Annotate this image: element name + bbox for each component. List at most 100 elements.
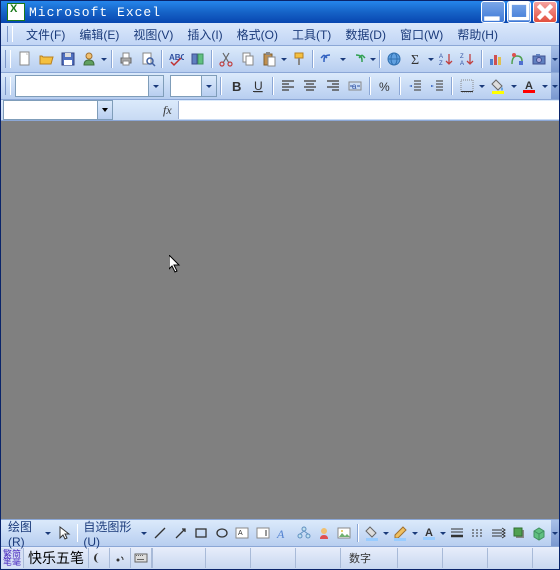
- print-button[interactable]: [116, 48, 137, 70]
- autosum-button[interactable]: Σ: [406, 48, 427, 70]
- borders-button[interactable]: [456, 75, 478, 97]
- minimize-button[interactable]: [481, 1, 505, 23]
- menu-edit[interactable]: 编辑(E): [72, 24, 126, 45]
- merge-center-button[interactable]: a: [345, 75, 367, 97]
- menu-help[interactable]: 帮助(H): [450, 24, 505, 45]
- menu-window[interactable]: 窗口(W): [393, 24, 450, 45]
- save-button[interactable]: [58, 48, 79, 70]
- fill-color-button[interactable]: [487, 75, 509, 97]
- menu-view[interactable]: 视图(V): [126, 24, 180, 45]
- font-color-draw-button[interactable]: A: [419, 522, 438, 544]
- paste-dropdown[interactable]: [280, 48, 287, 70]
- ime-indicator-icon[interactable]: 繁简笔毫: [1, 548, 24, 568]
- camera-button[interactable]: [529, 48, 550, 70]
- shadow-button[interactable]: [509, 522, 528, 544]
- close-button[interactable]: [533, 1, 557, 23]
- redo-dropdown[interactable]: [369, 48, 376, 70]
- select-objects-button[interactable]: [54, 522, 73, 544]
- ime-punct-icon[interactable]: [110, 548, 131, 568]
- permission-button[interactable]: [79, 48, 100, 70]
- cursor-icon: [169, 255, 185, 275]
- drawing-toggle-button[interactable]: [507, 48, 528, 70]
- name-box-dropdown[interactable]: [97, 101, 112, 119]
- rectangle-button[interactable]: [192, 522, 211, 544]
- arrow-style-button[interactable]: [489, 522, 508, 544]
- ime-half-moon-icon[interactable]: [89, 548, 110, 568]
- new-button[interactable]: [15, 48, 36, 70]
- toolbar-options[interactable]: [551, 73, 559, 99]
- font-color-draw-dropdown[interactable]: [440, 522, 447, 544]
- font-color-dropdown[interactable]: [541, 75, 549, 97]
- textbox-button[interactable]: A: [232, 522, 251, 544]
- arrow-button[interactable]: [171, 522, 190, 544]
- workspace[interactable]: [1, 121, 559, 519]
- font-color-button[interactable]: A: [519, 75, 541, 97]
- insert-picture-button[interactable]: [335, 522, 354, 544]
- diagram-button[interactable]: [294, 522, 313, 544]
- hyperlink-button[interactable]: [384, 48, 405, 70]
- open-button[interactable]: [36, 48, 57, 70]
- bold-button[interactable]: B: [225, 75, 247, 97]
- 3d-button[interactable]: [529, 522, 548, 544]
- chart-button[interactable]: [486, 48, 507, 70]
- draw-menu[interactable]: 绘图(R): [6, 518, 53, 549]
- underline-button[interactable]: U: [247, 75, 269, 97]
- align-center-button[interactable]: [300, 75, 322, 97]
- menu-format[interactable]: 格式(O): [230, 24, 285, 45]
- font-name-combo[interactable]: [15, 75, 164, 97]
- clipart-button[interactable]: [314, 522, 333, 544]
- fill-color-dropdown[interactable]: [510, 75, 518, 97]
- title-bar[interactable]: Microsoft Excel: [1, 1, 559, 23]
- oval-button[interactable]: [212, 522, 231, 544]
- align-left-button[interactable]: [277, 75, 299, 97]
- decrease-indent-button[interactable]: [404, 75, 426, 97]
- fx-icon[interactable]: fx: [113, 103, 178, 118]
- percent-button[interactable]: %: [374, 75, 396, 97]
- toolbar-options[interactable]: [551, 46, 559, 72]
- toolbar-options[interactable]: [551, 520, 559, 546]
- wordart-button[interactable]: A: [273, 522, 292, 544]
- increase-indent-button[interactable]: [426, 75, 448, 97]
- font-size-combo[interactable]: [170, 75, 217, 97]
- line-style-button[interactable]: [448, 522, 467, 544]
- line-button[interactable]: [151, 522, 170, 544]
- sort-asc-button[interactable]: AZ: [436, 48, 457, 70]
- vertical-textbox-button[interactable]: [253, 522, 272, 544]
- paste-button[interactable]: [259, 48, 280, 70]
- menu-tools[interactable]: 工具(T): [285, 24, 338, 45]
- formula-input[interactable]: [178, 101, 559, 119]
- undo-button[interactable]: [317, 48, 338, 70]
- menu-file[interactable]: 文件(F): [19, 24, 72, 45]
- cut-button[interactable]: [216, 48, 237, 70]
- autosum-dropdown[interactable]: [427, 48, 434, 70]
- permission-dropdown[interactable]: [101, 48, 108, 70]
- menu-insert[interactable]: 插入(I): [180, 24, 229, 45]
- sort-desc-button[interactable]: ZA: [457, 48, 478, 70]
- research-button[interactable]: [188, 48, 209, 70]
- undo-dropdown[interactable]: [339, 48, 346, 70]
- line-color-button[interactable]: [391, 522, 410, 544]
- fill-color-draw-button[interactable]: [362, 522, 381, 544]
- spelling-button[interactable]: ABC: [166, 48, 187, 70]
- menu-grip[interactable]: [7, 26, 13, 42]
- maximize-button[interactable]: [507, 1, 531, 23]
- toolbar-grip[interactable]: [5, 77, 11, 95]
- ime-keyboard-icon[interactable]: [131, 548, 152, 568]
- borders-dropdown[interactable]: [478, 75, 486, 97]
- line-color-dropdown[interactable]: [411, 522, 418, 544]
- print-preview-button[interactable]: [138, 48, 159, 70]
- resize-grip[interactable]: [532, 548, 559, 568]
- ime-name[interactable]: 快乐五笔: [24, 548, 89, 568]
- font-size-dropdown[interactable]: [201, 76, 216, 96]
- fill-color-draw-dropdown[interactable]: [383, 522, 390, 544]
- toolbar-grip[interactable]: [5, 50, 11, 68]
- dash-style-button[interactable]: [468, 522, 487, 544]
- autoshapes-menu[interactable]: 自选图形(U): [81, 518, 149, 549]
- align-right-button[interactable]: [322, 75, 344, 97]
- format-painter-button[interactable]: [289, 48, 310, 70]
- copy-button[interactable]: [237, 48, 258, 70]
- redo-button[interactable]: [347, 48, 368, 70]
- menu-data[interactable]: 数据(D): [338, 24, 393, 45]
- font-name-dropdown[interactable]: [148, 76, 163, 96]
- name-box[interactable]: [3, 100, 113, 120]
